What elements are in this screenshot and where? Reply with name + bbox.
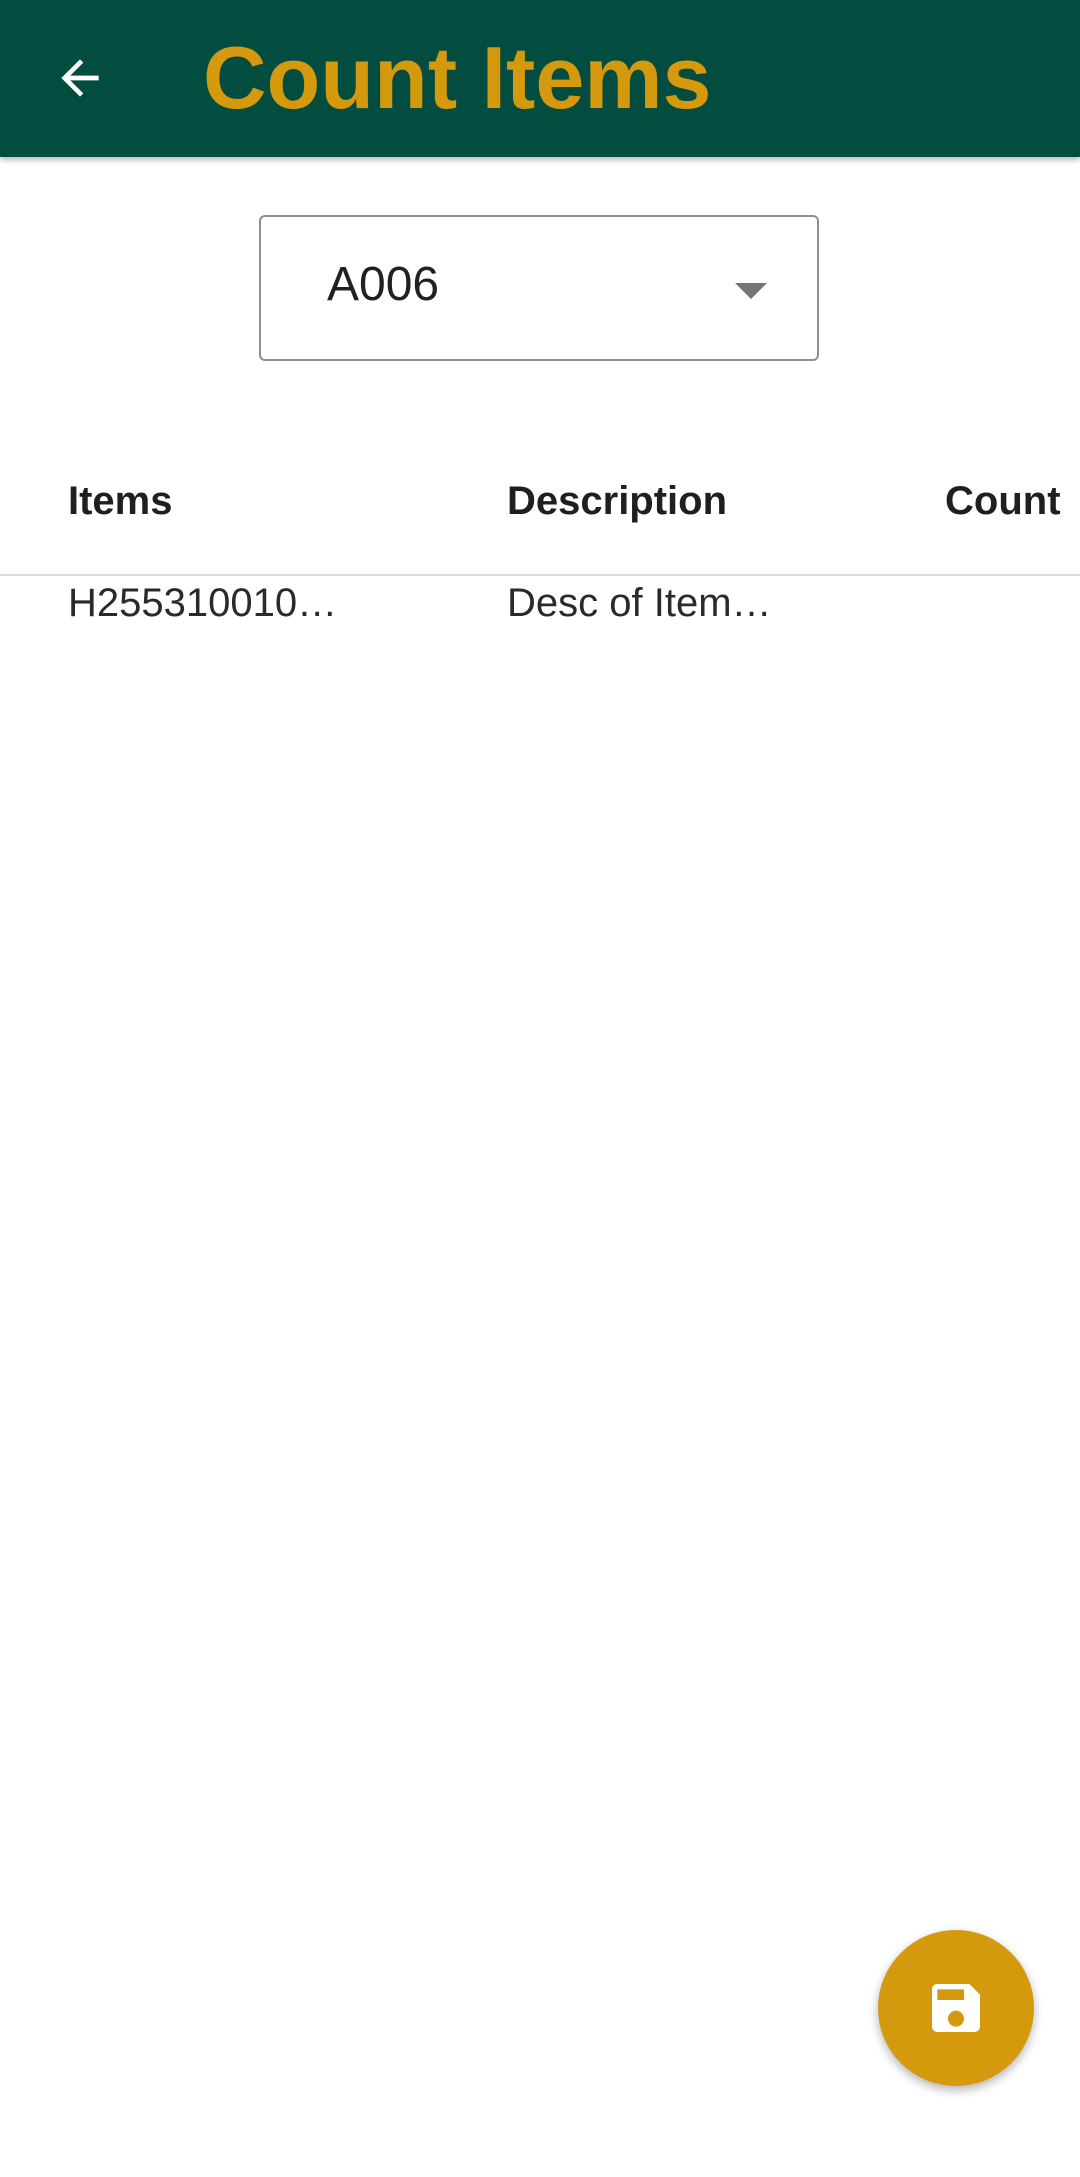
column-header-items[interactable]: Items bbox=[68, 476, 173, 526]
location-dropdown[interactable]: A006 bbox=[259, 215, 819, 361]
app-bar: Count Items bbox=[0, 0, 1080, 157]
column-header-count[interactable]: Count bbox=[945, 476, 1061, 526]
save-icon bbox=[932, 1984, 980, 2032]
column-header-description[interactable]: Description bbox=[507, 476, 727, 526]
save-button[interactable] bbox=[878, 1930, 1034, 2086]
cell-item: H255310010… bbox=[68, 581, 338, 625]
cell-description: Desc of Item… bbox=[507, 581, 772, 625]
table-header: Items Description Count bbox=[0, 440, 1080, 576]
table-row[interactable]: H255310010… Desc of Item… bbox=[0, 578, 1080, 628]
dropdown-arrow-icon bbox=[735, 283, 767, 299]
arrow-back-icon bbox=[61, 59, 99, 97]
count-items-screen: Count Items A006 Items Description Count… bbox=[0, 0, 1080, 2177]
dropdown-selected-value: A006 bbox=[327, 258, 440, 311]
back-button[interactable] bbox=[40, 38, 120, 118]
page-title: Count Items bbox=[203, 28, 712, 127]
